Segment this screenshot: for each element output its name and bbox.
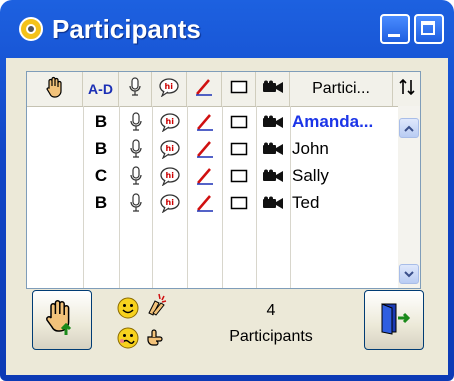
hand-status-cell[interactable] [27, 109, 83, 135]
microphone-icon[interactable] [119, 190, 152, 216]
chat-bubble-icon[interactable]: hi [152, 109, 187, 135]
participant-row[interactable]: Chi Sally [27, 163, 397, 189]
whiteboard-icon[interactable] [222, 136, 256, 162]
microphone-icon[interactable] [119, 163, 152, 189]
column-header-draw[interactable] [187, 72, 222, 106]
pencil-icon[interactable] [187, 163, 222, 189]
sort-arrows-icon [398, 78, 415, 101]
app-logo-icon [16, 14, 46, 44]
microphone-icon [128, 76, 142, 102]
column-header-name[interactable]: Partici... [290, 72, 393, 106]
chat-bubble-icon[interactable]: hi [152, 163, 187, 189]
window-title: Participants [52, 13, 201, 44]
column-header-hand[interactable] [27, 72, 83, 106]
video-camera-icon [262, 80, 284, 99]
list-header: A-D hi Partici... [27, 72, 420, 107]
pencil-icon[interactable] [187, 136, 222, 162]
window-client: A-D hi Partici... B hi Amanda... B hi Jo… [6, 58, 448, 375]
raise-hand-up-icon [44, 298, 80, 343]
exit-door-icon [376, 300, 412, 341]
svg-text:hi: hi [165, 117, 174, 126]
chevron-down-icon [404, 270, 414, 277]
clap-icon[interactable] [142, 290, 170, 318]
raise-hand-icon [45, 76, 65, 103]
participant-count: 4 [266, 302, 276, 319]
participants-list[interactable]: A-D hi Partici... B hi Amanda... B hi Jo… [26, 71, 421, 289]
chat-bubble-icon[interactable]: hi [152, 136, 187, 162]
hand-point-icon[interactable] [142, 324, 170, 352]
title-bar[interactable]: Participants [6, 0, 448, 58]
hand-status-cell[interactable] [27, 136, 83, 162]
scroll-up-button[interactable] [399, 118, 419, 138]
participant-count-label: Participants [229, 328, 313, 345]
chevron-up-icon [404, 125, 414, 132]
minimize-button[interactable] [380, 14, 410, 44]
video-camera-icon[interactable] [256, 190, 290, 216]
svg-text:hi: hi [165, 82, 174, 91]
whiteboard-icon[interactable] [222, 190, 256, 216]
video-camera-icon[interactable] [256, 136, 290, 162]
participant-row[interactable]: Bhi Amanda... [27, 109, 397, 135]
pencil-icon [194, 77, 214, 102]
participant-row[interactable]: Bhi John [27, 136, 397, 162]
grade-cell: B [94, 112, 108, 131]
svg-text:hi: hi [165, 198, 174, 207]
pencil-icon[interactable] [187, 190, 222, 216]
whiteboard-icon[interactable] [222, 163, 256, 189]
scroll-down-button[interactable] [399, 264, 419, 284]
chat-bubble-icon[interactable]: hi [152, 190, 187, 216]
microphone-icon[interactable] [119, 136, 152, 162]
maximize-button[interactable] [414, 14, 444, 44]
participant-name: Ted [292, 193, 320, 212]
participants-window: Participants A-D hi Partici... B hi Aman… [0, 0, 454, 381]
column-header-mic[interactable] [119, 72, 152, 106]
participant-row[interactable]: Bhi Ted [27, 190, 397, 216]
confused-icon[interactable] [114, 324, 142, 352]
video-camera-icon[interactable] [256, 109, 290, 135]
exit-button[interactable] [364, 290, 424, 350]
column-header-whiteboard[interactable] [222, 72, 256, 106]
participant-name: Amanda... [292, 112, 374, 131]
whiteboard-icon[interactable] [222, 109, 256, 135]
column-header-sort[interactable] [393, 72, 420, 106]
participant-name: John [292, 139, 329, 158]
smiley-icon[interactable] [114, 294, 142, 322]
svg-text:hi: hi [165, 171, 174, 180]
grade-cell: B [94, 193, 108, 212]
video-camera-icon[interactable] [256, 163, 290, 189]
grade-cell: B [94, 139, 108, 158]
hand-status-cell[interactable] [27, 163, 83, 189]
participant-name: Sally [292, 166, 329, 185]
column-header-video[interactable] [256, 72, 290, 106]
whiteboard-icon [230, 80, 248, 99]
svg-text:hi: hi [165, 144, 174, 153]
column-header-grade[interactable]: A-D [83, 72, 119, 106]
hand-status-cell[interactable] [27, 190, 83, 216]
grade-cell: C [94, 166, 108, 185]
column-header-chat[interactable]: hi [152, 72, 187, 106]
pencil-icon[interactable] [187, 109, 222, 135]
raise-hand-button[interactable] [32, 290, 92, 350]
vertical-scrollbar[interactable] [398, 106, 420, 288]
chat-bubble-icon: hi [158, 77, 180, 102]
microphone-icon[interactable] [119, 109, 152, 135]
